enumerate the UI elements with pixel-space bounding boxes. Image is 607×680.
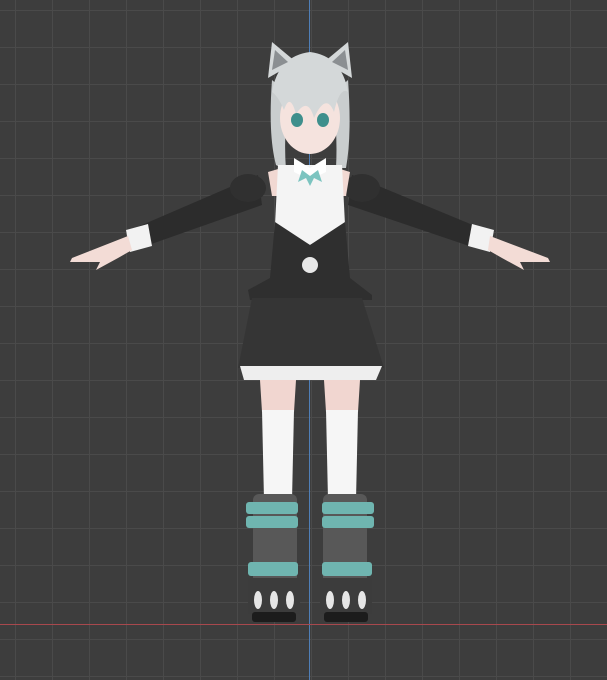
left-eye	[291, 113, 303, 127]
dress-skirt	[238, 298, 384, 368]
left-stocking	[262, 410, 294, 500]
right-boot	[320, 494, 374, 622]
character-model[interactable]	[0, 0, 607, 680]
right-stocking	[326, 410, 358, 500]
left-boot	[246, 494, 300, 622]
3d-viewport[interactable]	[0, 0, 607, 680]
dress-button	[302, 257, 318, 273]
left-thigh	[260, 380, 296, 412]
right-thigh	[324, 380, 360, 412]
right-arm	[344, 174, 550, 270]
petticoat	[240, 366, 382, 380]
left-arm	[70, 174, 266, 270]
right-eye	[317, 113, 329, 127]
